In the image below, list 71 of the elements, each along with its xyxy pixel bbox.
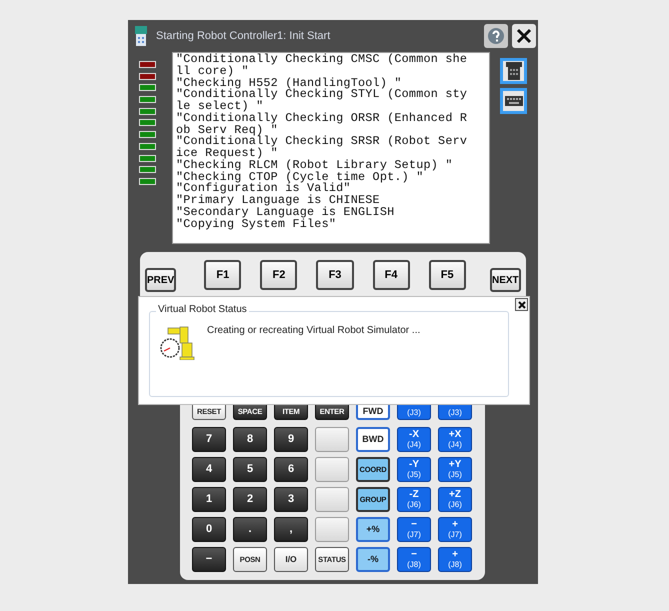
keypad-key[interactable]: − (J7)	[397, 517, 431, 542]
keypad-key[interactable]: − (J8)	[397, 547, 431, 572]
keypad-key[interactable]: BWD	[356, 427, 390, 452]
log-line: "Primary Language is CHINESE	[176, 195, 381, 207]
window-title: Starting Robot Controller1: Init Start	[156, 30, 332, 42]
close-button[interactable]	[512, 24, 536, 48]
teach-pendant-icon	[135, 26, 147, 46]
keypad-key[interactable]: ,	[274, 517, 308, 542]
log-line: "Checking CTOP (Cycle time Opt.) "	[176, 172, 424, 184]
help-button[interactable]	[484, 24, 508, 48]
keypad-key[interactable]: +Z (J6)	[438, 487, 472, 512]
log-line: ob Serv Req) "	[176, 124, 279, 136]
status-message: Creating or recreating Virtual Robot Simulator ...	[207, 325, 420, 336]
function-key[interactable]: F5	[428, 260, 466, 290]
keypad-key[interactable]: -%	[356, 547, 390, 572]
group-title: Virtual Robot Status	[156, 304, 249, 315]
robot-clock-icon	[158, 326, 196, 360]
close-icon	[516, 28, 532, 44]
keyboard-icon	[504, 96, 522, 106]
close-icon	[518, 300, 526, 308]
keypad-key[interactable]: 4	[192, 457, 226, 482]
keypad-key[interactable]: + (J7)	[438, 517, 472, 542]
function-key[interactable]: F2	[260, 260, 298, 290]
keypad-key[interactable]: .	[233, 517, 267, 542]
keypad-key[interactable]: 9	[274, 427, 308, 452]
keypad-key[interactable]: 2	[233, 487, 267, 512]
next-button[interactable]: NEXT	[490, 268, 521, 292]
log-line: "Checking H552 (HandlingTool) "	[176, 78, 402, 90]
keypad-key[interactable]: (J3)	[438, 405, 472, 420]
log-line: ll core) "	[176, 66, 249, 78]
close-button[interactable]	[515, 298, 528, 311]
log-line: "Conditionally Checking STYL (Common sty	[176, 89, 468, 101]
help-icon	[487, 27, 505, 45]
keypad-key[interactable]: 3	[274, 487, 308, 512]
keypad-key[interactable]: 1	[192, 487, 226, 512]
log-line: "Conditionally Checking ORSR (Enhanced R	[176, 112, 468, 124]
keypad-key[interactable]: 0	[192, 517, 226, 542]
keypad-key[interactable]: +Y (J5)	[438, 457, 472, 482]
log-line: "Copying System Files"	[176, 218, 338, 230]
keypad-key[interactable]: + (J8)	[438, 547, 472, 572]
keypad-key[interactable]: FWD	[356, 405, 390, 420]
function-key[interactable]: F3	[316, 260, 354, 290]
keypad-key[interactable]: 7	[192, 427, 226, 452]
function-key[interactable]: F1	[204, 260, 242, 290]
log-line: "Checking RLCM (Robot Library Setup) "	[176, 160, 454, 172]
keyboard-button[interactable]	[500, 88, 527, 114]
keypad-key[interactable]: 5	[233, 457, 267, 482]
log-line: "Conditionally Checking CMSC (Common she	[176, 54, 468, 66]
keypad-key[interactable]	[315, 517, 349, 542]
log-line: ice Request) "	[176, 148, 279, 160]
keypad-key[interactable]: (J3)	[397, 405, 431, 420]
keypad-key[interactable]: 6	[274, 457, 308, 482]
pendant-view-button[interactable]	[500, 58, 527, 84]
keypad-key[interactable]: +%	[356, 517, 390, 542]
keypad-key[interactable]	[315, 457, 349, 482]
log-line: "Conditionally Checking SRSR (Robot Serv	[176, 136, 468, 148]
keypad-key[interactable]: −	[192, 547, 226, 572]
prev-button[interactable]: PREV	[145, 268, 176, 292]
pendant-icon	[506, 62, 522, 80]
log-line: "Configuration is Valid"	[176, 183, 351, 195]
keypad-key[interactable]: -Y (J5)	[397, 457, 431, 482]
log-line: "Secondary Language is ENGLISH	[176, 206, 396, 218]
keypad-key[interactable]	[315, 487, 349, 512]
keypad-key[interactable]: 8	[233, 427, 267, 452]
keypad-key[interactable]: I/O	[274, 547, 308, 572]
keypad-key[interactable]: -X (J4)	[397, 427, 431, 452]
keypad-key[interactable]: -Z (J6)	[397, 487, 431, 512]
function-key[interactable]: F4	[372, 260, 410, 290]
keypad-key[interactable]	[315, 427, 349, 452]
keypad-key[interactable]: +X (J4)	[438, 427, 472, 452]
log-line: le select) "	[176, 101, 264, 113]
